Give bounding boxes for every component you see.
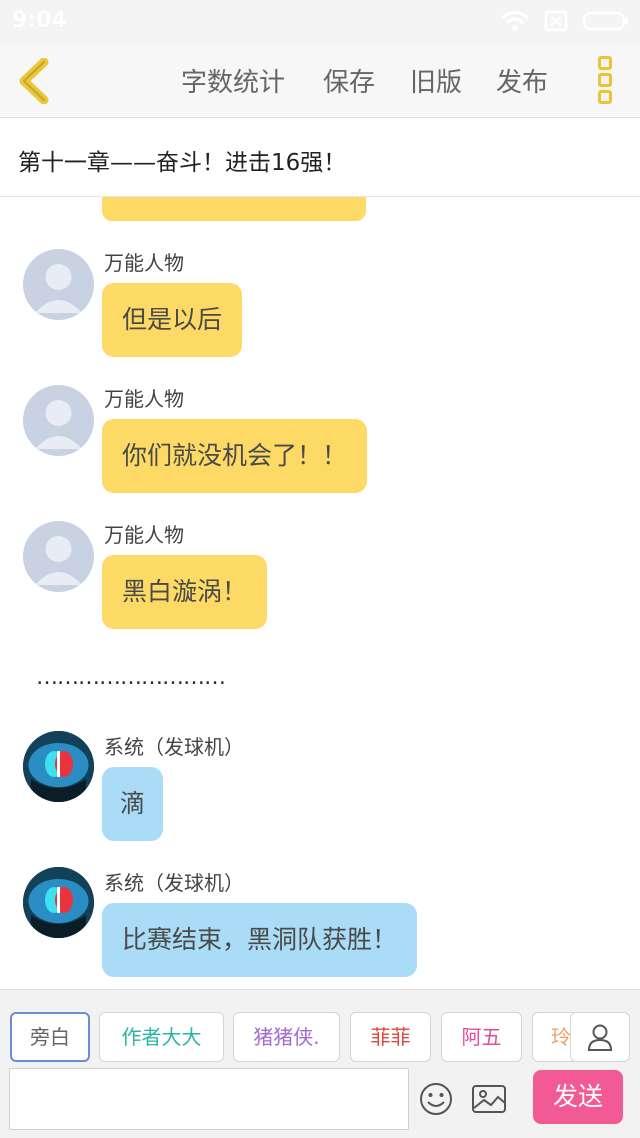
more-dot-icon [598, 56, 612, 70]
add-role-button[interactable] [570, 1012, 630, 1062]
role-chip-label: 阿五 [461, 1025, 502, 1049]
role-chip-label: 旁白 [30, 1025, 70, 1049]
more-dot-icon [598, 90, 612, 104]
publish-button[interactable]: 发布 [496, 62, 548, 99]
emoji-button[interactable] [419, 1082, 453, 1116]
scene-separator: ……………………… [36, 665, 226, 690]
save-button[interactable]: 保存 [323, 62, 375, 99]
sender-name: 系统（发球机） [104, 735, 244, 759]
wifi-icon [501, 11, 529, 31]
role-chip-label: 玲 [551, 1025, 571, 1049]
avatar[interactable] [23, 867, 94, 938]
top-bar: 字数统计 保存 旧版 发布 [0, 44, 640, 118]
chat-area[interactable]: 万能人物 但是以后 万能人物 你们就没机会了！！ 万能人物 黑白漩涡！ …………… [0, 197, 640, 989]
sender-name: 万能人物 [104, 523, 184, 547]
screen: 9:04 字数统计 保存 旧版 发布 第十一章——奋斗！进击16强！ 万能人物 … [0, 0, 640, 1138]
message-input[interactable] [9, 1068, 409, 1130]
sender-name: 万能人物 [104, 251, 184, 275]
avatar[interactable] [23, 385, 94, 456]
battery-icon [582, 11, 628, 31]
user-icon [587, 1024, 613, 1051]
avatar[interactable] [23, 731, 94, 802]
role-chip-zhuzhuxia[interactable]: 猪猪侠. [233, 1012, 340, 1062]
role-chip-label: 作者大大 [121, 1025, 202, 1049]
more-menu-button[interactable] [594, 56, 616, 108]
status-bar: 9:04 [0, 0, 640, 44]
default-avatar-icon [35, 400, 82, 449]
sender-name: 系统（发球机） [104, 871, 244, 895]
partial-message-text [102, 197, 366, 208]
message-bubble[interactable]: 但是以后 [102, 283, 243, 357]
role-chip-label: 菲菲 [370, 1025, 411, 1049]
send-button[interactable]: 发送 [533, 1070, 623, 1124]
message-bubble[interactable]: 黑白漩涡！ [102, 555, 268, 629]
word-count-button[interactable]: 字数统计 [181, 62, 285, 99]
role-chip-narrator[interactable]: 旁白 [10, 1012, 90, 1062]
sim-card-icon [544, 10, 568, 32]
message-bubble[interactable]: 你们就没机会了！！ [102, 419, 368, 493]
more-dot-icon [598, 73, 612, 87]
composer: 旁白 作者大大 猪猪侠. 菲菲 阿五 玲 发送 [0, 989, 640, 1138]
default-avatar-icon [35, 264, 82, 313]
message-bubble[interactable]: 滴 [102, 767, 164, 841]
role-chip-feifei[interactable]: 菲菲 [350, 1012, 431, 1062]
chapter-header[interactable]: 第十一章——奋斗！进击16强！ [0, 119, 640, 197]
message-bubble[interactable]: 比赛结束，黑洞队获胜！ [102, 903, 418, 977]
ball-machine-avatar-icon [23, 867, 94, 938]
old-version-button[interactable]: 旧版 [410, 62, 462, 99]
default-avatar-icon [35, 536, 82, 585]
role-chip-awu[interactable]: 阿五 [441, 1012, 522, 1062]
image-icon [472, 1085, 506, 1113]
role-chip-label: 猪猪侠. [253, 1025, 320, 1049]
status-icons [500, 10, 630, 32]
role-selector: 旁白 作者大大 猪猪侠. 菲菲 阿五 玲 [0, 1012, 640, 1064]
avatar[interactable] [23, 249, 94, 320]
role-chip-author[interactable]: 作者大大 [99, 1012, 224, 1062]
image-button[interactable] [471, 1084, 507, 1114]
partial-message-bubble [102, 197, 366, 221]
smiley-icon [420, 1083, 452, 1115]
ball-machine-avatar-icon [23, 731, 94, 802]
sender-name: 万能人物 [104, 387, 184, 411]
chapter-title: 第十一章——奋斗！进击16强！ [18, 150, 347, 176]
avatar[interactable] [23, 521, 94, 592]
back-arrow-icon [19, 57, 49, 105]
back-button[interactable] [14, 57, 54, 105]
status-time: 9:04 [12, 8, 67, 33]
